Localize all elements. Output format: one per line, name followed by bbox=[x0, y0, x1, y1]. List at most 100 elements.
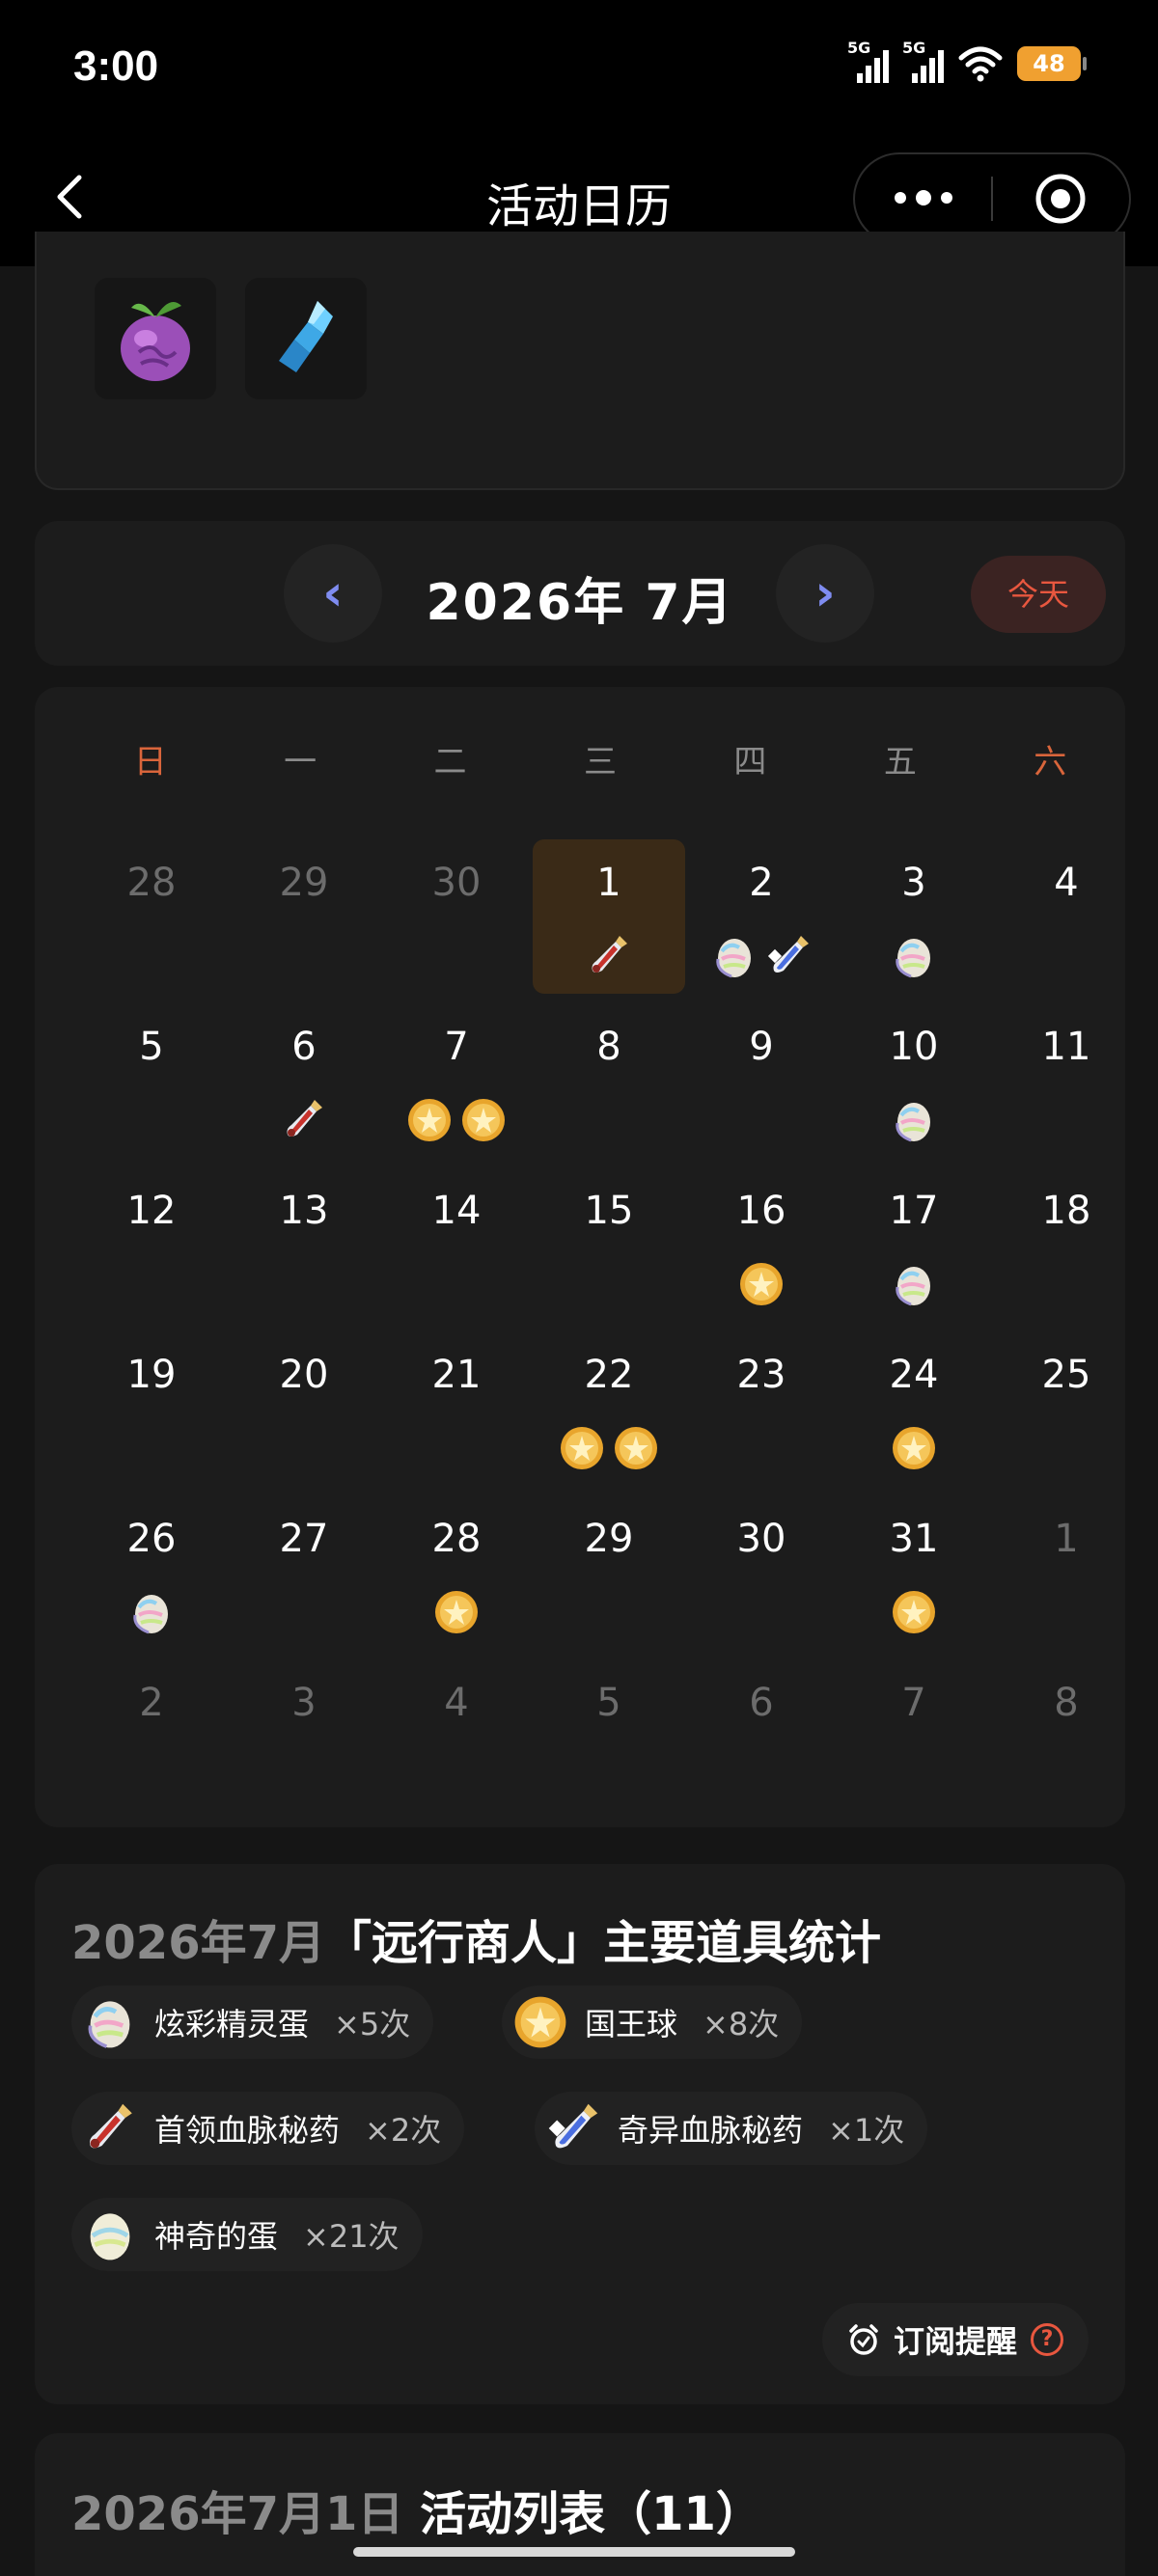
weekday-label: 三 bbox=[583, 743, 617, 781]
day-number: 28 bbox=[431, 1517, 482, 1561]
day-number: 7 bbox=[444, 1025, 469, 1069]
stat-name: 炫彩精灵蛋 bbox=[154, 2006, 310, 2042]
day-number: 5 bbox=[596, 1681, 621, 1725]
day-cell[interactable]: 4 bbox=[380, 1659, 533, 1814]
day-cell[interactable]: 23 bbox=[685, 1331, 838, 1486]
day-event-icons bbox=[838, 1588, 990, 1636]
day-cell[interactable]: 30 bbox=[685, 1495, 838, 1650]
day-event-icons bbox=[380, 1096, 533, 1144]
day-number: 7 bbox=[901, 1681, 926, 1725]
day-cell[interactable]: 9 bbox=[685, 1003, 838, 1158]
signal-icon: 5G bbox=[847, 39, 889, 83]
day-cell[interactable]: 2 bbox=[685, 839, 838, 994]
strange-potion-icon bbox=[544, 2099, 602, 2157]
day-cell[interactable]: 31 bbox=[838, 1495, 990, 1650]
day-cell[interactable]: 19 bbox=[75, 1331, 228, 1486]
day-number: 18 bbox=[1041, 1189, 1091, 1233]
day-cell[interactable]: 11 bbox=[990, 1003, 1143, 1158]
day-cell[interactable]: 28 bbox=[380, 1495, 533, 1650]
day-cell[interactable]: 8 bbox=[990, 1659, 1143, 1814]
king-ball-icon bbox=[737, 1260, 786, 1308]
day-cell[interactable]: 20 bbox=[228, 1331, 380, 1486]
day-number: 8 bbox=[1054, 1681, 1079, 1725]
stat-chip[interactable]: 奇异血脉秘药 ×1次 bbox=[535, 2092, 928, 2165]
fruit-icon[interactable] bbox=[95, 278, 216, 399]
potion-icon bbox=[81, 2099, 139, 2157]
day-cell[interactable]: 7 bbox=[838, 1659, 990, 1814]
stat-chip[interactable]: 国王球 ×8次 bbox=[502, 1986, 803, 2059]
day-event-icons bbox=[75, 1588, 228, 1636]
day-number: 2 bbox=[749, 861, 774, 905]
wifi-icon bbox=[958, 46, 1003, 82]
rainbow-egg-icon bbox=[890, 1260, 938, 1308]
next-month-button[interactable]: › bbox=[776, 544, 874, 643]
day-cell-selected[interactable]: 1 bbox=[533, 839, 685, 994]
target-icon[interactable] bbox=[993, 172, 1129, 226]
rainbow-egg-icon bbox=[81, 1993, 139, 2051]
day-cell[interactable]: 8 bbox=[533, 1003, 685, 1158]
day-cell[interactable]: 30 bbox=[380, 839, 533, 994]
weekday-label: 五 bbox=[883, 743, 917, 781]
day-cell[interactable]: 24 bbox=[838, 1331, 990, 1486]
day-number: 13 bbox=[279, 1189, 329, 1233]
stat-count: ×8次 bbox=[703, 2006, 780, 2042]
day-cell[interactable]: 28 bbox=[75, 839, 228, 994]
day-number: 29 bbox=[279, 861, 329, 905]
stat-chip[interactable]: 炫彩精灵蛋 ×5次 bbox=[71, 1986, 434, 2059]
day-cell[interactable]: 25 bbox=[990, 1331, 1143, 1486]
day-cell[interactable]: 29 bbox=[533, 1495, 685, 1650]
day-cell[interactable]: 14 bbox=[380, 1167, 533, 1322]
day-cell[interactable]: 26 bbox=[75, 1495, 228, 1650]
day-cell[interactable]: 27 bbox=[228, 1495, 380, 1650]
day-number: 15 bbox=[584, 1189, 634, 1233]
subscribe-label: 订阅提醒 bbox=[893, 2323, 1017, 2360]
crystal-icon[interactable] bbox=[245, 278, 367, 399]
day-cell[interactable]: 6 bbox=[228, 1003, 380, 1158]
stat-name: 奇异血脉秘药 bbox=[618, 2112, 804, 2149]
page: 3:00 5G 5G 48 活动日历 ‹ 2026年 7月 › 今天 日 一 二… bbox=[0, 0, 1158, 2576]
day-cell[interactable]: 6 bbox=[685, 1659, 838, 1814]
king-ball-icon bbox=[890, 1424, 938, 1472]
day-cell[interactable]: 15 bbox=[533, 1167, 685, 1322]
subscribe-button[interactable]: 订阅提醒 ? bbox=[821, 2303, 1089, 2376]
day-cell[interactable]: 7 bbox=[380, 1003, 533, 1158]
day-number: 10 bbox=[889, 1025, 939, 1069]
day-event-icons bbox=[685, 932, 838, 980]
day-number: 11 bbox=[1041, 1025, 1091, 1069]
day-cell[interactable]: 17 bbox=[838, 1167, 990, 1322]
weekday-label: 四 bbox=[733, 743, 767, 781]
day-cell[interactable]: 1 bbox=[990, 1495, 1143, 1650]
today-button[interactable]: 今天 bbox=[971, 556, 1106, 633]
home-indicator[interactable] bbox=[353, 2547, 795, 2557]
day-cell[interactable]: 3 bbox=[838, 839, 990, 994]
more-dots-icon[interactable] bbox=[855, 190, 991, 206]
signal-icon-2: 5G bbox=[902, 39, 944, 83]
day-cell[interactable]: 22 bbox=[533, 1331, 685, 1486]
potion-icon bbox=[585, 932, 633, 980]
day-number: 21 bbox=[431, 1353, 482, 1397]
stat-chip[interactable]: 神奇的蛋 ×21次 bbox=[71, 2198, 423, 2271]
day-cell[interactable]: 18 bbox=[990, 1167, 1143, 1322]
signal-label-2: 5G bbox=[902, 39, 926, 57]
day-cell[interactable]: 2 bbox=[75, 1659, 228, 1814]
day-cell[interactable]: 10 bbox=[838, 1003, 990, 1158]
day-cell[interactable]: 5 bbox=[75, 1003, 228, 1158]
day-cell[interactable]: 13 bbox=[228, 1167, 380, 1322]
day-cell[interactable]: 4 bbox=[990, 839, 1143, 994]
status-icons: 5G 5G 48 bbox=[847, 39, 1087, 83]
help-icon[interactable]: ? bbox=[1031, 2323, 1063, 2356]
king-ball-icon bbox=[432, 1588, 481, 1636]
status-bar: 3:00 5G 5G 48 bbox=[0, 0, 1158, 135]
day-cell[interactable]: 21 bbox=[380, 1331, 533, 1486]
day-number: 31 bbox=[889, 1517, 939, 1561]
stat-chip[interactable]: 首领血脉秘药 ×2次 bbox=[71, 2092, 465, 2165]
rainbow-egg-icon bbox=[890, 1096, 938, 1144]
activity-list-title: 2026年7月1日 活动列表（11） bbox=[71, 2476, 762, 2543]
day-number: 9 bbox=[749, 1025, 774, 1069]
day-cell[interactable]: 3 bbox=[228, 1659, 380, 1814]
day-cell[interactable]: 16 bbox=[685, 1167, 838, 1322]
day-cell[interactable]: 5 bbox=[533, 1659, 685, 1814]
month-navigator: ‹ 2026年 7月 › 今天 bbox=[35, 521, 1125, 666]
day-cell[interactable]: 12 bbox=[75, 1167, 228, 1322]
day-cell[interactable]: 29 bbox=[228, 839, 380, 994]
